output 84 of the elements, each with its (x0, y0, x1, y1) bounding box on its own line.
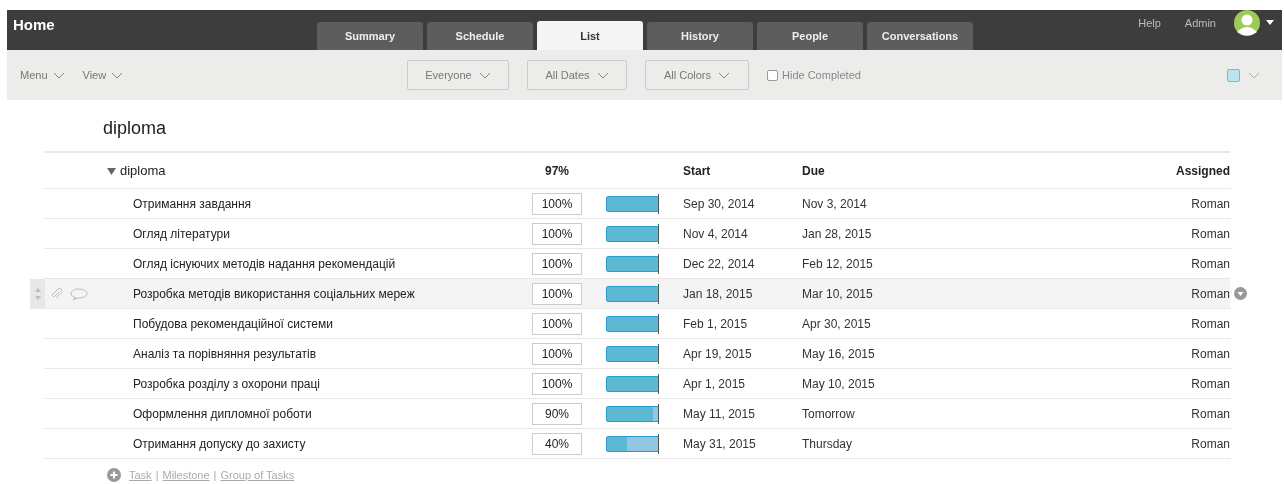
assignee[interactable]: Roman (1140, 376, 1230, 391)
task-name[interactable]: Огляд існуючих методів надання рекомендацій (133, 256, 532, 271)
due-date: Mar 10, 2015 (802, 286, 874, 301)
start-date: Dec 22, 2014 (683, 256, 756, 271)
checkbox[interactable] (767, 69, 778, 81)
expand-arrow-icon[interactable] (107, 166, 116, 175)
filter-dropdown[interactable]: Everyone (407, 60, 509, 90)
start-date: Sep 30, 2014 (683, 196, 756, 211)
due-date: Tomorrow (802, 406, 856, 421)
percent-field[interactable]: 100% (532, 222, 582, 245)
due-date: Jan 28, 2015 (802, 226, 873, 241)
chevron-icon[interactable] (1248, 71, 1260, 79)
percent-field[interactable]: 100% (532, 342, 582, 365)
task-name[interactable]: Отримання завдання (133, 196, 532, 211)
reorder-icon[interactable] (34, 286, 42, 301)
task-name[interactable]: Аналіз та порівняння результатів (133, 346, 532, 361)
assignee[interactable]: Roman (1140, 316, 1230, 331)
menu-button[interactable]: View (82, 69, 124, 81)
due-date: Nov 3, 2014 (802, 196, 868, 211)
checkbox-label: Hide Completed (782, 69, 861, 81)
filter-dropdown[interactable]: All Dates (527, 60, 627, 90)
due-date: Feb 12, 2015 (802, 256, 874, 271)
column-header: Start (683, 163, 712, 178)
percent-field[interactable]: 100% (532, 312, 582, 335)
group-name: diploma (120, 163, 166, 178)
task-name[interactable]: Отримання допуску до захисту (133, 436, 532, 451)
percent-field[interactable]: 90% (532, 402, 582, 425)
tab[interactable]: List (537, 21, 643, 50)
column-header: Assigned (1175, 163, 1230, 178)
comment-icon[interactable] (70, 287, 88, 300)
chevron-icon[interactable] (111, 71, 124, 79)
assignee[interactable]: Roman (1140, 406, 1230, 421)
task-name[interactable]: Побудова рекомендаційної системи (133, 316, 532, 331)
filter-dropdown[interactable]: All Colors (645, 60, 749, 90)
project-title: diploma (45, 118, 1230, 153)
assignee[interactable]: Roman (1140, 196, 1230, 211)
start-date: Nov 4, 2014 (683, 226, 749, 241)
chevron-icon[interactable] (52, 71, 65, 79)
due-date: May 10, 2015 (802, 376, 876, 391)
chevron-icon[interactable] (478, 71, 491, 79)
task-name[interactable]: Оформлення дипломної роботи (133, 406, 532, 421)
due-date: May 16, 2015 (802, 346, 876, 361)
start-date: Apr 19, 2015 (683, 346, 753, 361)
group-percent: 97% (544, 163, 570, 178)
separator: | (213, 469, 217, 481)
header-link[interactable]: Help (1138, 17, 1161, 29)
percent-field[interactable]: 100% (532, 372, 582, 395)
paperclip-icon[interactable] (50, 287, 62, 300)
chevron-icon[interactable] (596, 71, 609, 79)
chevron-icon[interactable] (718, 71, 731, 79)
tab[interactable]: Conversations (867, 22, 973, 50)
start-date: Feb 1, 2015 (683, 316, 749, 331)
caret-icon[interactable] (1266, 20, 1274, 26)
assignee[interactable]: Roman (1140, 226, 1230, 241)
start-date: Jan 18, 2015 (683, 286, 754, 301)
percent-field[interactable]: 100% (532, 252, 582, 275)
avatar-icon[interactable] (1234, 10, 1260, 36)
add-icon[interactable] (107, 468, 121, 482)
tab[interactable]: Summary (317, 22, 423, 50)
assignee[interactable]: Roman (1140, 256, 1230, 271)
percent-field[interactable]: 100% (532, 282, 582, 305)
task-name[interactable]: Розробка розділу з охорони праці (133, 376, 532, 391)
assignee[interactable]: Roman (1140, 286, 1230, 301)
separator: | (155, 469, 159, 481)
task-name[interactable]: Огляд літератури (133, 226, 532, 241)
due-date: Apr 30, 2015 (802, 316, 872, 331)
column-header: Due (802, 163, 826, 178)
header-link[interactable]: Admin (1184, 17, 1216, 29)
assignee[interactable]: Roman (1140, 436, 1230, 451)
dropdown-icon[interactable] (1233, 287, 1247, 300)
color-picker[interactable] (1227, 68, 1260, 82)
tab[interactable]: People (757, 22, 863, 50)
start-date: May 31, 2015 (683, 436, 757, 451)
percent-field[interactable]: 40% (532, 432, 582, 455)
menu-button[interactable]: Menu (20, 69, 65, 81)
start-date: May 11, 2015 (683, 406, 756, 421)
app-title[interactable]: Home (7, 10, 317, 50)
tab[interactable]: History (647, 22, 753, 50)
due-date: Thursday (802, 436, 854, 451)
assignee[interactable]: Roman (1140, 346, 1230, 361)
percent-field[interactable]: 100% (532, 192, 582, 215)
start-date: Apr 1, 2015 (683, 376, 747, 391)
tab[interactable]: Schedule (427, 22, 533, 50)
task-name[interactable]: Розробка методів використання соціальних мереж (133, 286, 532, 301)
